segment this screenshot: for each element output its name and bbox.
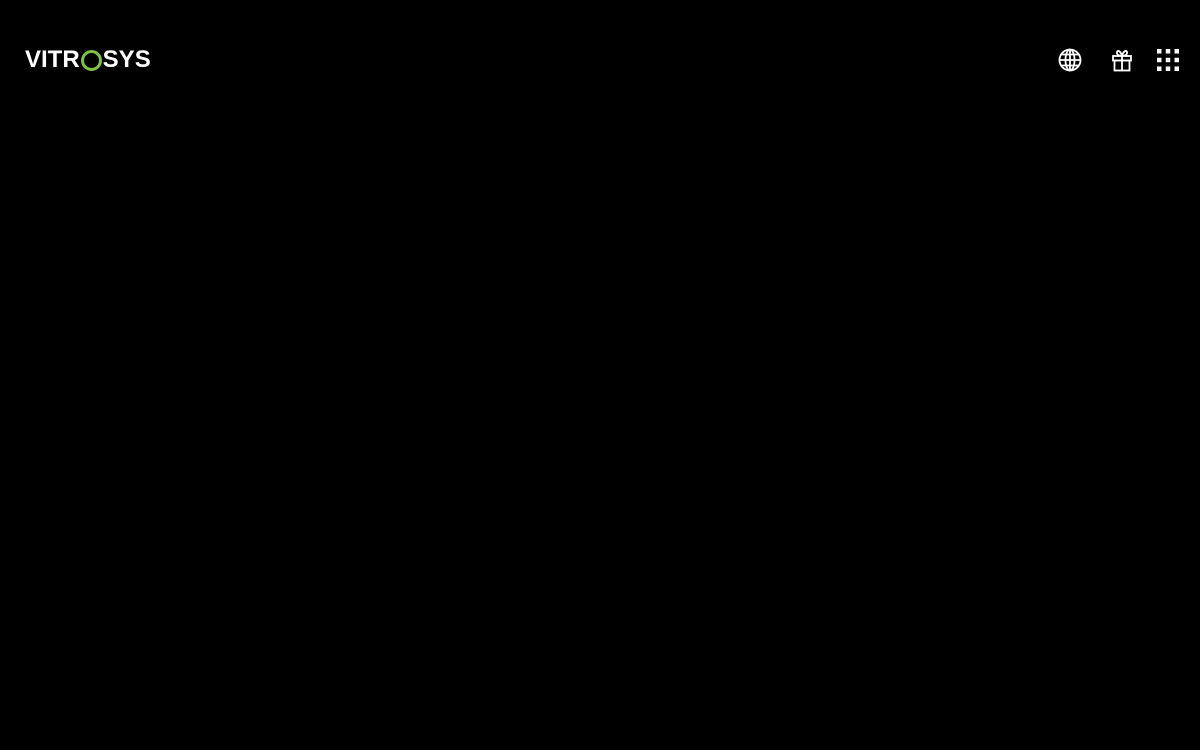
- logo-text-end: SYS: [102, 46, 151, 73]
- logo-ring-o: O: [80, 49, 102, 71]
- globe-icon: [1058, 48, 1082, 72]
- logo-text-start: VITR: [25, 46, 80, 73]
- vitrosys-logo[interactable]: VITR O SYS: [25, 47, 151, 73]
- logo-ring-letter: O: [84, 53, 85, 54]
- apps-menu-button[interactable]: [1154, 46, 1182, 74]
- language-button[interactable]: [1056, 46, 1084, 74]
- gift-button[interactable]: [1108, 46, 1136, 74]
- gift-icon: [1112, 50, 1132, 72]
- apps-grid-icon: [1157, 49, 1179, 71]
- header-actions: [1056, 47, 1182, 73]
- app-screen: VITR O SYS: [0, 0, 1200, 750]
